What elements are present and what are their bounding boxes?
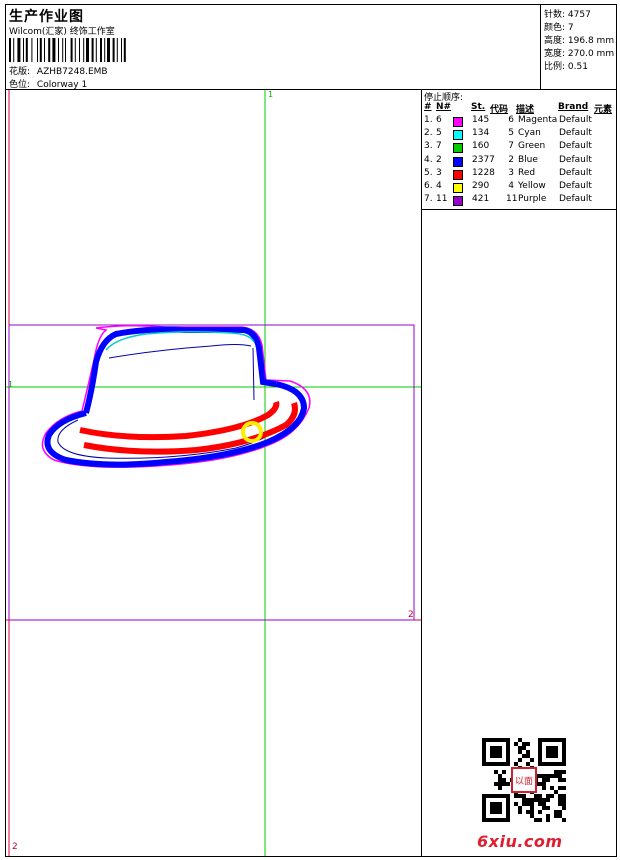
row-needle: 5 bbox=[436, 128, 442, 139]
row-code: 5 bbox=[508, 128, 514, 139]
design-file-line: 花版: AZHB7248.EMB bbox=[9, 64, 108, 77]
hat-crown-side-line bbox=[252, 347, 255, 401]
colorway-label: 色位: bbox=[9, 80, 31, 90]
row-code: 2 bbox=[508, 154, 514, 165]
row-stitches: 160 bbox=[472, 141, 490, 152]
row-brand: Default bbox=[559, 181, 592, 191]
row-stitches: 1228 bbox=[472, 167, 495, 178]
row-stitches: 421 bbox=[472, 194, 490, 205]
col-header-stitches: St. bbox=[471, 102, 486, 112]
production-sheet: 生产作业图 Wilcom(汇家) 终饰工作室 花版: AZHB7248.EMB … bbox=[5, 4, 617, 857]
design-canvas[interactable]: 1 1 2 2 bbox=[6, 90, 422, 856]
row-description: Purple bbox=[518, 194, 547, 205]
row-code: 6 bbox=[508, 115, 514, 125]
row-description: Green bbox=[518, 141, 546, 152]
row-description: Blue bbox=[518, 154, 538, 165]
hat-band-red-upper bbox=[79, 401, 280, 441]
site-logo: 6xiu.com bbox=[477, 832, 563, 851]
design-filename: AZHB7248.EMB bbox=[36, 67, 108, 77]
color-swatch bbox=[453, 196, 463, 207]
table-row[interactable]: 4. 2 2377 2 Blue Default bbox=[422, 155, 616, 168]
hat-outline-magenta bbox=[41, 324, 311, 468]
qr-code-icon: 以面 bbox=[482, 738, 566, 822]
row-index: 7. bbox=[424, 194, 433, 205]
row-needle: 6 bbox=[436, 115, 442, 125]
row-brand: Default bbox=[559, 115, 592, 125]
row-brand: Default bbox=[559, 194, 592, 205]
table-row[interactable]: 5. 3 1228 3 Red Default bbox=[422, 168, 616, 181]
row-index: 1. bbox=[424, 115, 433, 125]
canvas-marker-bottom-left: 2 bbox=[12, 842, 18, 852]
col-header-code: 代码 bbox=[490, 105, 509, 115]
col-header-description: 描述 bbox=[516, 105, 535, 115]
row-description: Red bbox=[518, 167, 536, 178]
col-header-brand: Brand bbox=[558, 102, 589, 112]
row-description: Magenta bbox=[518, 115, 558, 125]
color-swatch bbox=[453, 156, 463, 167]
hat-crown-blue bbox=[83, 326, 277, 414]
design-bounding-box bbox=[8, 324, 415, 621]
color-swatch bbox=[453, 169, 463, 180]
row-needle: 7 bbox=[436, 141, 442, 152]
row-brand: Default bbox=[559, 128, 592, 139]
row-stitches: 290 bbox=[472, 181, 490, 191]
canvas-drawing bbox=[6, 90, 421, 856]
design-stats: 针数: 4757 颜色: 7 高度: 196.8 mm 宽度: 270.0 mm… bbox=[540, 5, 617, 89]
row-index: 6. bbox=[424, 181, 433, 191]
row-index: 5. bbox=[424, 167, 433, 178]
table-row[interactable]: 7. 11 421 11 Purple Default bbox=[422, 194, 616, 207]
table-row[interactable]: 3. 7 160 7 Green Default bbox=[422, 141, 616, 154]
stop-sequence-panel: 停止顺序: # N# St. 代码 描述 Brand 元素 1. 6 145 6 Mag… bbox=[422, 90, 616, 856]
stat-width: 宽度: 270.0 mm bbox=[544, 49, 615, 59]
canvas-marker-box: 2 bbox=[408, 610, 414, 620]
row-index: 2. bbox=[424, 128, 433, 139]
colorway-name: Colorway 1 bbox=[36, 80, 88, 90]
design-label: 花版: bbox=[9, 67, 31, 77]
row-stitches: 145 bbox=[472, 115, 490, 125]
svg-text:以面: 以面 bbox=[515, 776, 533, 787]
row-index: 3. bbox=[424, 141, 433, 152]
color-swatch bbox=[453, 117, 463, 127]
row-code: 4 bbox=[508, 181, 514, 191]
row-code: 3 bbox=[508, 167, 514, 178]
barcode-icon bbox=[9, 38, 126, 62]
table-row[interactable]: 1. 6 145 6 Magenta Default bbox=[422, 115, 616, 128]
canvas-marker-left: 1 bbox=[8, 380, 14, 389]
canvas-marker-top: 1 bbox=[268, 90, 274, 99]
colorway-line: 色位: Colorway 1 bbox=[9, 77, 87, 90]
row-brand: Default bbox=[559, 167, 592, 178]
stat-scale: 比例: 0.51 bbox=[544, 62, 588, 72]
stat-stitches: 针数: 4757 bbox=[544, 10, 591, 20]
row-code: 11 bbox=[506, 194, 518, 205]
row-stitches: 134 bbox=[472, 128, 490, 139]
row-needle: 3 bbox=[436, 167, 442, 178]
row-description: Yellow bbox=[518, 181, 546, 191]
row-needle: 2 bbox=[436, 154, 442, 165]
sheet-title: 生产作业图 bbox=[9, 9, 84, 25]
row-needle: 4 bbox=[436, 181, 442, 191]
color-swatch bbox=[453, 130, 463, 141]
row-brand: Default bbox=[559, 154, 592, 165]
col-header-needle: N# bbox=[436, 102, 452, 112]
row-stitches: 2377 bbox=[472, 154, 495, 165]
row-index: 4. bbox=[424, 154, 433, 165]
row-code: 7 bbox=[508, 141, 514, 152]
hat-crown-crease bbox=[108, 344, 252, 359]
color-swatch bbox=[453, 143, 463, 154]
row-needle: 11 bbox=[436, 194, 448, 205]
col-header-element: 元素 bbox=[594, 105, 613, 115]
panel-divider bbox=[422, 209, 616, 210]
col-header-index: # bbox=[424, 102, 432, 112]
table-row[interactable]: 2. 5 134 5 Cyan Default bbox=[422, 128, 616, 141]
stat-height: 高度: 196.8 mm bbox=[544, 36, 615, 46]
table-row[interactable]: 6. 4 290 4 Yellow Default bbox=[422, 181, 616, 194]
stat-colors: 颜色: 7 bbox=[544, 23, 574, 33]
sheet-subtitle: Wilcom(汇家) 终饰工作室 bbox=[9, 27, 115, 37]
color-swatch bbox=[453, 183, 463, 193]
sheet-header: 生产作业图 Wilcom(汇家) 终饰工作室 花版: AZHB7248.EMB … bbox=[6, 5, 616, 90]
row-description: Cyan bbox=[518, 128, 541, 139]
row-brand: Default bbox=[559, 141, 592, 152]
